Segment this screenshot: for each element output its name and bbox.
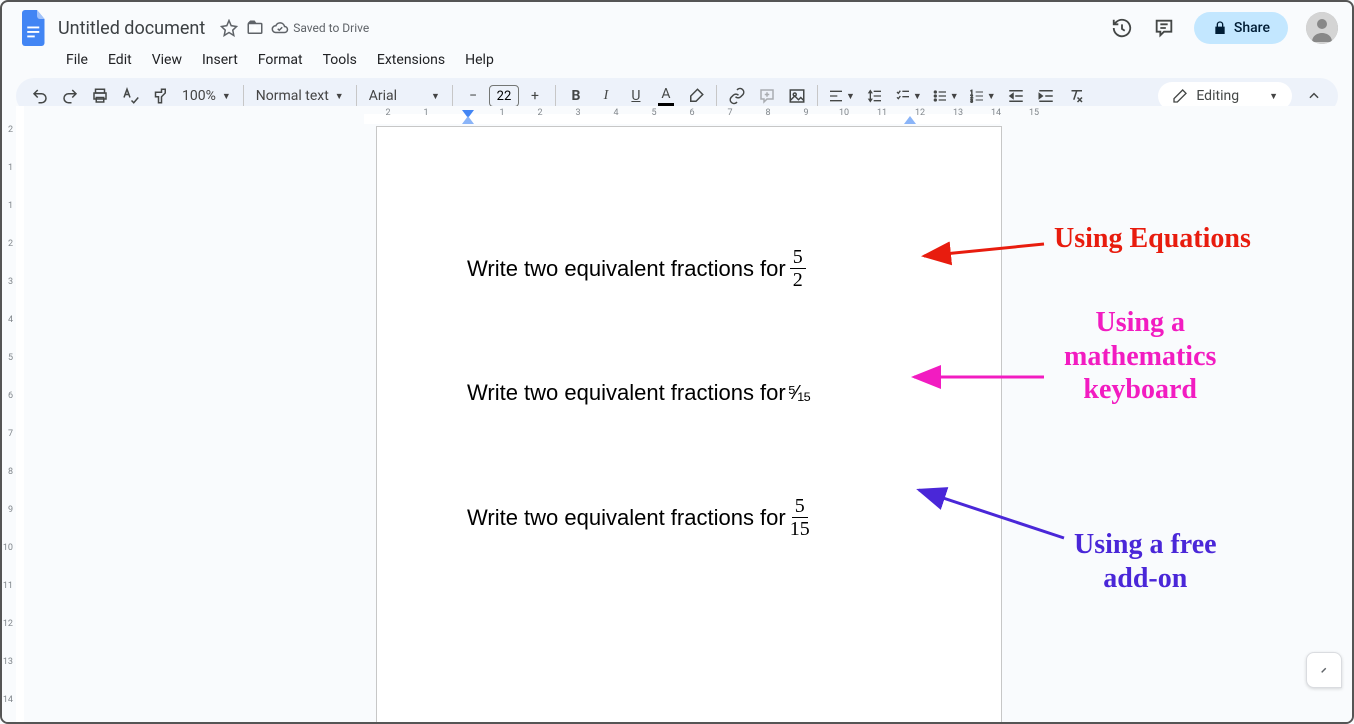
docs-logo[interactable] (16, 10, 52, 46)
menu-insert[interactable]: Insert (194, 48, 246, 72)
annotation-equations: Using Equations (1054, 222, 1251, 256)
menu-format[interactable]: Format (250, 48, 311, 72)
svg-text:3: 3 (970, 99, 973, 104)
arrow-1 (904, 234, 1054, 274)
move-icon[interactable] (245, 18, 265, 38)
share-button[interactable]: Share (1194, 12, 1288, 44)
document-page[interactable]: Write two equivalent fractions for 5 2 W… (376, 126, 1002, 722)
doc-title[interactable]: Untitled document (58, 18, 205, 39)
menu-file[interactable]: File (58, 48, 96, 72)
explore-button[interactable] (1306, 652, 1342, 688)
fraction-addon: 5 15 (790, 496, 810, 539)
menu-extensions[interactable]: Extensions (369, 48, 453, 72)
cloud-saved[interactable]: Saved to Drive (271, 19, 369, 37)
paragraph-style-dropdown[interactable]: Normal text▼ (250, 88, 350, 104)
font-size-input[interactable]: 22 (489, 85, 519, 107)
menu-tools[interactable]: Tools (315, 48, 365, 72)
menu-view[interactable]: View (144, 48, 190, 72)
horizontal-ruler: 21123456789101112131415 (24, 106, 1352, 124)
star-icon[interactable] (219, 18, 239, 38)
vertical-ruler: 211234567891011121314 (2, 106, 24, 722)
annotation-keyboard: Using a mathematics keyboard (1064, 306, 1216, 407)
zoom-dropdown[interactable]: 100%▼ (176, 88, 237, 104)
fraction-equation: 5 2 (790, 247, 806, 290)
doc-line-1[interactable]: Write two equivalent fractions for 5 2 (467, 247, 911, 290)
history-icon[interactable] (1110, 16, 1134, 40)
arrow-3 (904, 478, 1074, 548)
menu-edit[interactable]: Edit (100, 48, 140, 72)
comment-icon[interactable] (1152, 16, 1176, 40)
fraction-unicode: ⁵⁄₁₅ (788, 382, 810, 405)
menu-bar: File Edit View Insert Format Tools Exten… (2, 48, 1352, 78)
arrow-2 (894, 362, 1054, 392)
menu-help[interactable]: Help (457, 48, 502, 72)
annotation-addon: Using a free add-on (1074, 528, 1217, 595)
doc-line-3[interactable]: Write two equivalent fractions for 5 15 (467, 496, 911, 539)
font-dropdown[interactable]: Arial▼ (363, 88, 446, 104)
account-avatar[interactable] (1306, 12, 1338, 44)
doc-line-2[interactable]: Write two equivalent fractions for ⁵⁄₁₅ (467, 380, 911, 406)
